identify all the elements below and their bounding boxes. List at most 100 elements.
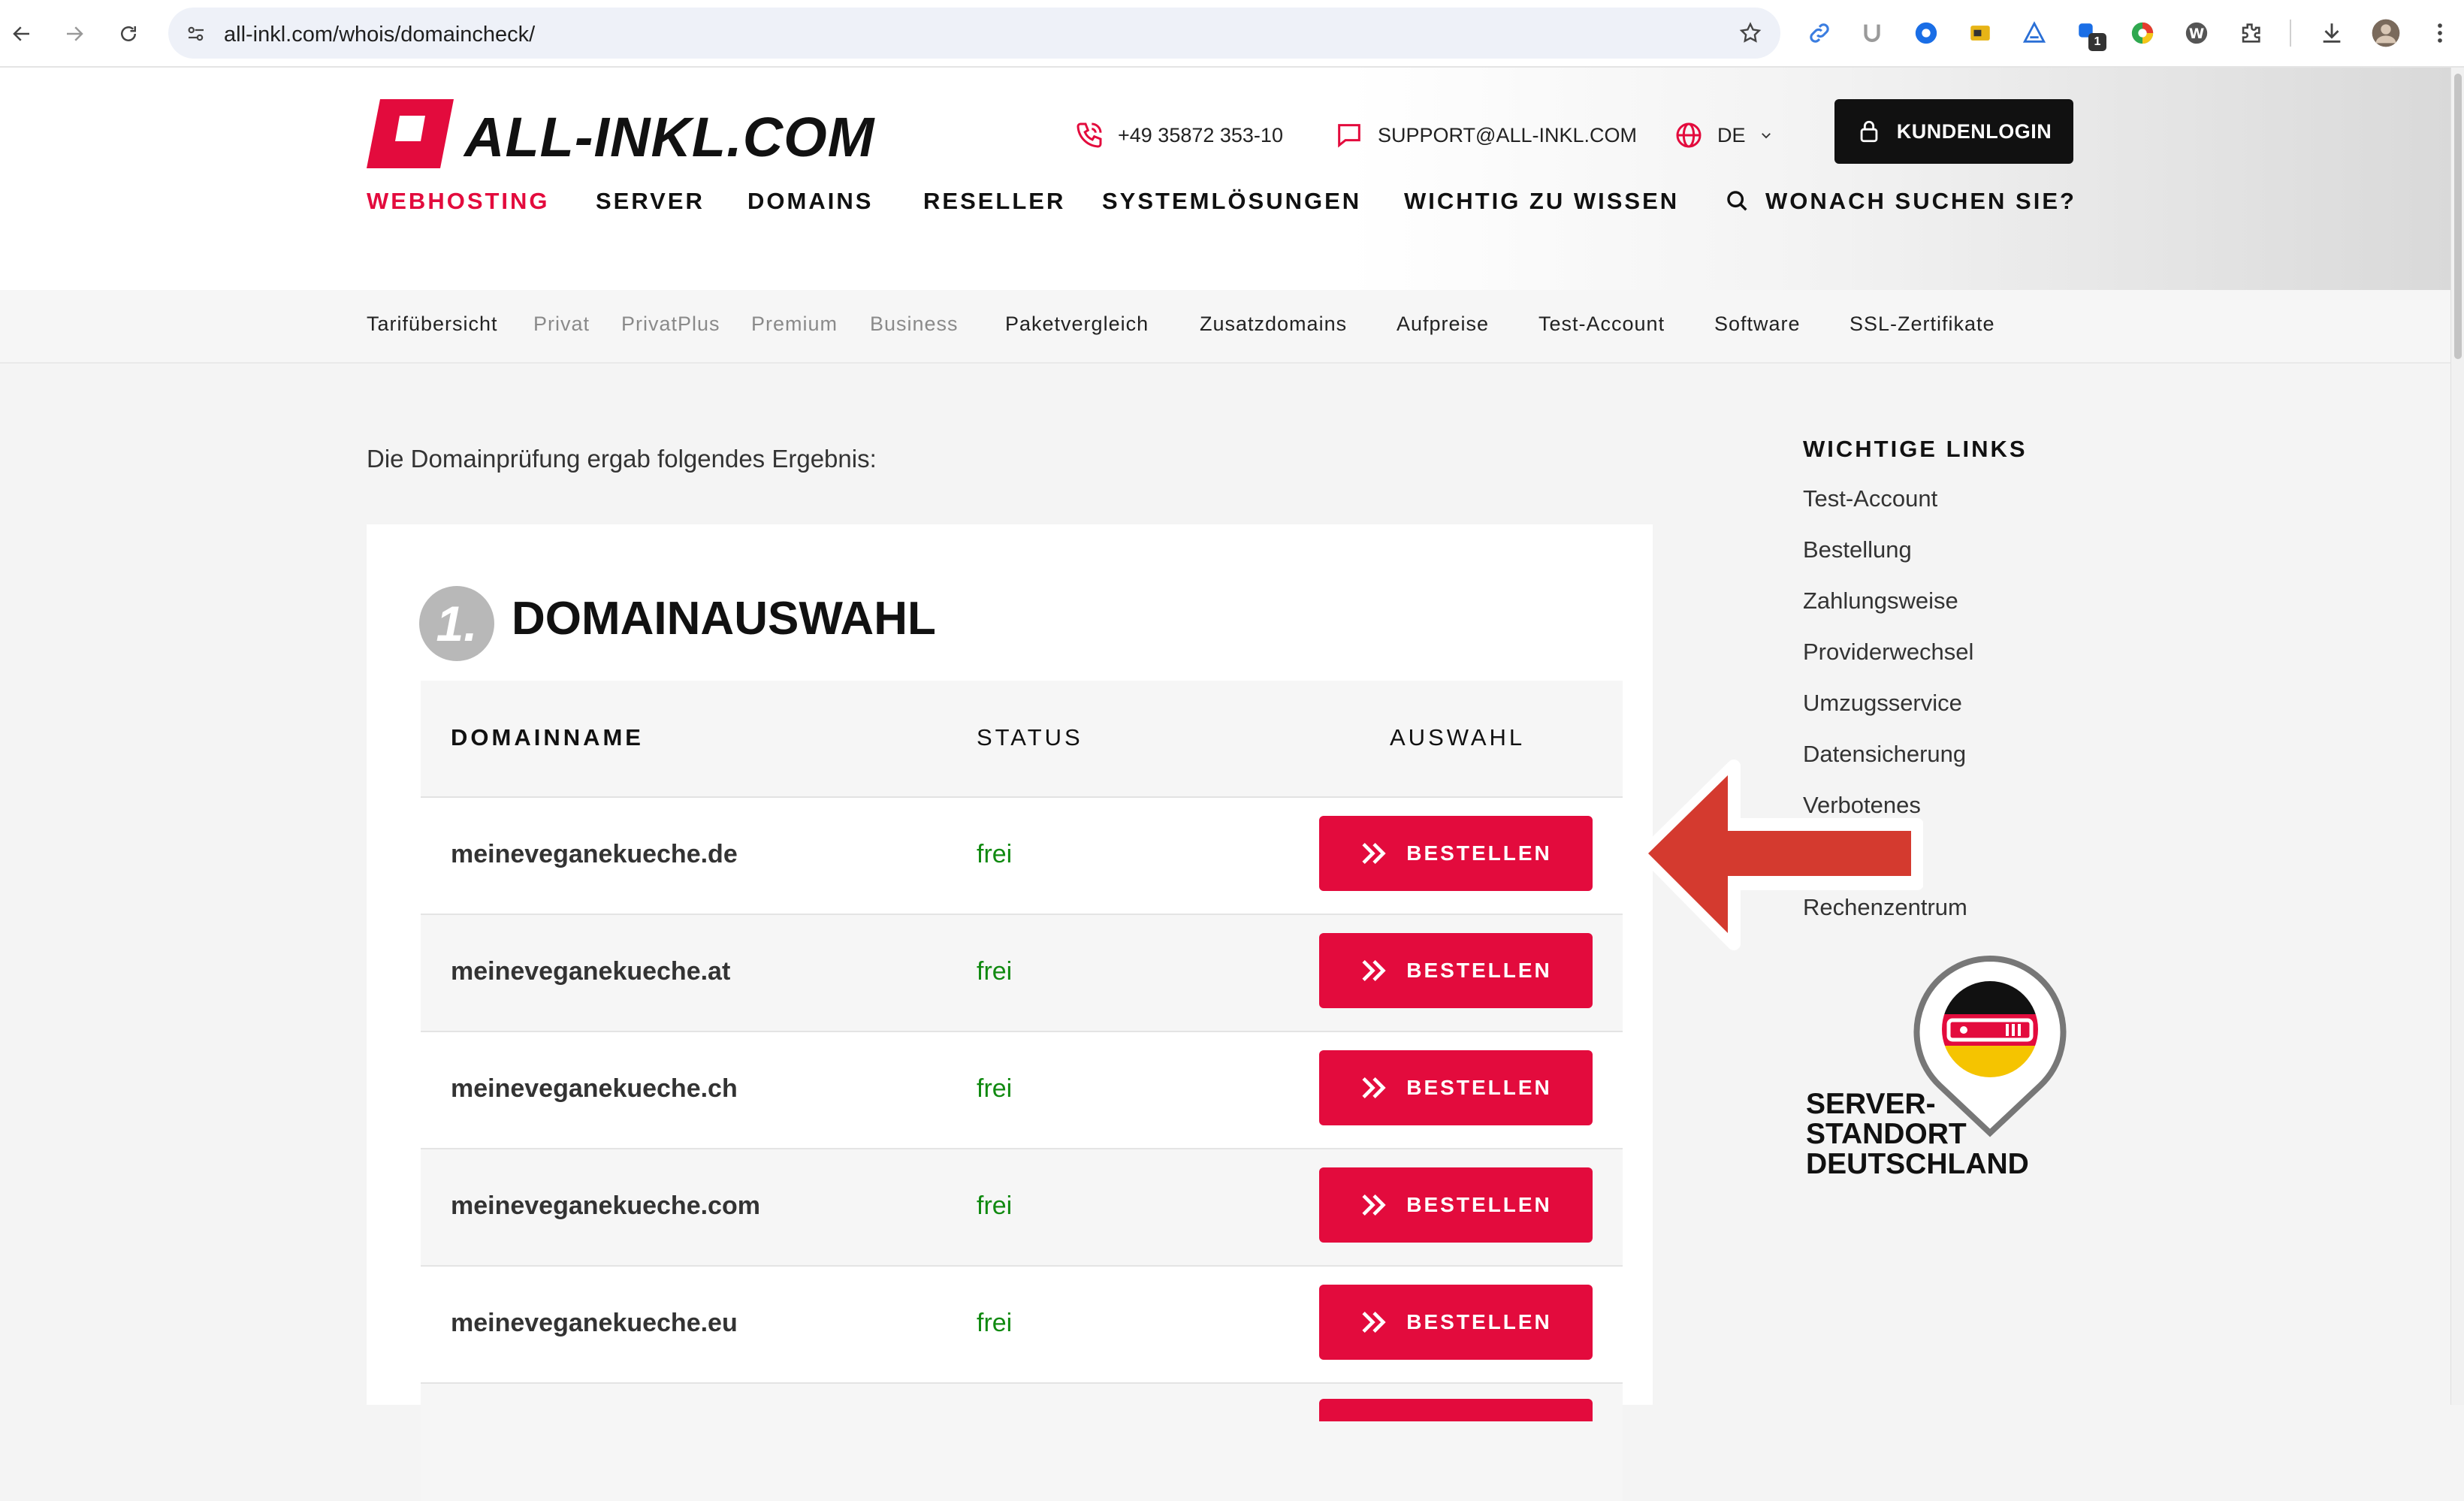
search-label: WONACH SUCHEN SIE? xyxy=(1765,188,2076,214)
chevron-down-icon xyxy=(1761,133,1771,139)
order-button-label: BESTELLEN xyxy=(1406,1076,1552,1099)
step-number-badge: 1. xyxy=(419,586,494,661)
email-contact[interactable]: SUPPORT@ALL-INKL.COM xyxy=(1334,120,1637,150)
order-button[interactable]: BESTELLEN xyxy=(1319,816,1593,891)
domain-name: meineveganekueche.com xyxy=(451,1191,760,1220)
nav-wichtig-zu-wissen[interactable]: WICHTIG ZU WISSEN xyxy=(1404,188,1679,215)
blue-circle-extension-icon[interactable] xyxy=(1910,17,1943,50)
profile-avatar-icon[interactable] xyxy=(2369,17,2402,50)
domain-status: frei xyxy=(977,1074,1013,1103)
customer-login-button[interactable]: KUNDENLOGIN xyxy=(1834,99,2073,164)
extension-badge-count: 1 xyxy=(2088,33,2106,51)
browser-toolbar: all-inkl.com/whois/domaincheck/ 1 W xyxy=(0,0,2464,68)
double-chevron-right-icon xyxy=(1362,1077,1386,1099)
domain-status: frei xyxy=(977,840,1013,868)
server-location-text: SERVER- STANDORT DEUTSCHLAND xyxy=(1806,1089,2029,1179)
puzzle-extensions-icon[interactable] xyxy=(2234,17,2267,50)
sidebar-link-test-account[interactable]: Test-Account xyxy=(1803,473,2103,524)
table-row: meineveganekueche.de frei BESTELLEN xyxy=(421,798,1623,915)
address-bar[interactable]: all-inkl.com/whois/domaincheck/ xyxy=(168,8,1780,59)
reload-icon[interactable] xyxy=(111,17,146,51)
green-circle-extension-icon[interactable] xyxy=(2126,17,2159,50)
sidebar-link-umzugsservice[interactable]: Umzugsservice xyxy=(1803,678,2103,729)
nav-webhosting[interactable]: WEBHOSTING xyxy=(367,188,550,215)
order-button[interactable]: BESTELLEN xyxy=(1319,1167,1593,1243)
u-extension-icon[interactable] xyxy=(1856,17,1889,50)
page-scrollbar[interactable] xyxy=(2450,68,2464,1405)
sidebar-link-providerwechsel[interactable]: Providerwechsel xyxy=(1803,627,2103,678)
subnav-software[interactable]: Software xyxy=(1714,313,1801,336)
svg-text:W: W xyxy=(2189,26,2204,42)
domain-selection-card: 1. DOMAINAUSWAHL DOMAINNAME STATUS AUSWA… xyxy=(367,524,1653,1501)
kebab-menu-icon[interactable] xyxy=(2423,17,2456,50)
domain-name: meineveganekueche.eu xyxy=(451,1309,738,1337)
order-button[interactable]: BESTELLEN xyxy=(1319,933,1593,1008)
domain-status: frei xyxy=(977,1309,1013,1337)
column-header-select: AUSWAHL xyxy=(1390,724,1526,750)
language-selector[interactable]: DE xyxy=(1674,120,1773,150)
forward-icon[interactable] xyxy=(57,17,92,51)
scrollbar-thumb[interactable] xyxy=(2454,74,2462,359)
double-chevron-right-icon xyxy=(1362,1311,1386,1333)
language-code: DE xyxy=(1717,123,1746,146)
badge-extension-icon[interactable]: 1 xyxy=(2072,17,2106,51)
sub-navigation: Tarifübersicht Privat PrivatPlus Premium… xyxy=(0,290,2450,364)
subnav-zusatzdomains[interactable]: Zusatzdomains xyxy=(1200,313,1347,336)
subnav-ssl-zertifikate[interactable]: SSL-Zertifikate xyxy=(1850,313,1995,336)
back-icon[interactable] xyxy=(5,17,39,51)
nav-server[interactable]: SERVER xyxy=(596,188,705,215)
subnav-test-account[interactable]: Test-Account xyxy=(1538,313,1665,336)
table-row xyxy=(421,1384,1623,1501)
phone-contact[interactable]: +49 35872 353-10 xyxy=(1074,120,1283,150)
subnav-privatplus[interactable]: PrivatPlus xyxy=(621,313,720,336)
double-chevron-right-icon xyxy=(1362,842,1386,865)
server-location-line: STANDORT xyxy=(1806,1118,1967,1150)
sidebar-link-zahlungsweise[interactable]: Zahlungsweise xyxy=(1803,575,2103,627)
result-intro-text: Die Domainprüfung ergab folgendes Ergebn… xyxy=(367,445,877,473)
order-button-partial[interactable] xyxy=(1319,1399,1593,1421)
chat-bubble-icon xyxy=(1338,124,1360,148)
phone-number: +49 35872 353-10 xyxy=(1118,123,1283,146)
domain-name: meineveganekueche.at xyxy=(451,957,731,986)
folder-extension-icon[interactable] xyxy=(1964,17,1997,50)
table-row: meineveganekueche.ch frei BESTELLEN xyxy=(421,1032,1623,1149)
wordpress-extension-icon[interactable]: W xyxy=(2180,17,2213,50)
subnav-premium[interactable]: Premium xyxy=(751,313,838,336)
subnav-aufpreise[interactable]: Aufpreise xyxy=(1397,313,1489,336)
support-email: SUPPORT@ALL-INKL.COM xyxy=(1378,123,1637,146)
globe-icon xyxy=(1676,122,1702,148)
brand-logo-text[interactable]: ALL-INKL.COM xyxy=(464,105,874,169)
double-chevron-right-icon xyxy=(1362,959,1386,982)
order-button[interactable]: BESTELLEN xyxy=(1319,1050,1593,1125)
nav-domains[interactable]: DOMAINS xyxy=(747,188,873,215)
sidebar-link-bestellung[interactable]: Bestellung xyxy=(1803,524,2103,575)
nav-reseller[interactable]: RESELLER xyxy=(923,188,1065,215)
bookmark-star-icon[interactable] xyxy=(1738,21,1762,49)
domain-name: meineveganekueche.de xyxy=(451,840,738,868)
domain-status: frei xyxy=(977,1191,1013,1220)
brand-logo-icon[interactable] xyxy=(367,99,454,168)
nav-search[interactable]: WONACH SUCHEN SIE? xyxy=(1725,188,2076,215)
annotation-arrow-icon xyxy=(1638,751,1924,962)
order-button-label: BESTELLEN xyxy=(1406,1193,1552,1216)
site-settings-icon[interactable] xyxy=(185,23,207,49)
lock-icon xyxy=(1860,120,1878,143)
sidebar-title: WICHTIGE LINKS xyxy=(1803,436,2028,462)
download-icon[interactable] xyxy=(2315,17,2348,50)
url-text: all-inkl.com/whois/domaincheck/ xyxy=(224,23,536,47)
nav-systemloesungen[interactable]: SYSTEMLÖSUNGEN xyxy=(1102,188,1361,215)
subnav-paketvergleich[interactable]: Paketvergleich xyxy=(1005,313,1149,336)
main-navigation: WEBHOSTING SERVER DOMAINS RESELLER SYSTE… xyxy=(367,188,2079,222)
link-extension-icon[interactable] xyxy=(1803,17,1836,50)
table-row: meineveganekueche.at frei BESTELLEN xyxy=(421,915,1623,1032)
order-button[interactable]: BESTELLEN xyxy=(1319,1285,1593,1360)
triangle-extension-icon[interactable] xyxy=(2018,17,2051,50)
site-header: ALL-INKL.COM +49 35872 353-10 SUPPORT@AL… xyxy=(0,68,2450,290)
customer-login-label: KUNDENLOGIN xyxy=(1896,119,2052,143)
subnav-business[interactable]: Business xyxy=(870,313,959,336)
column-header-domain: DOMAINNAME xyxy=(451,724,644,750)
server-location-line: DEUTSCHLAND xyxy=(1806,1148,2029,1180)
subnav-privat[interactable]: Privat xyxy=(533,313,590,336)
domain-name: meineveganekueche.ch xyxy=(451,1074,738,1103)
subnav-tarifuebersicht[interactable]: Tarifübersicht xyxy=(367,313,498,336)
